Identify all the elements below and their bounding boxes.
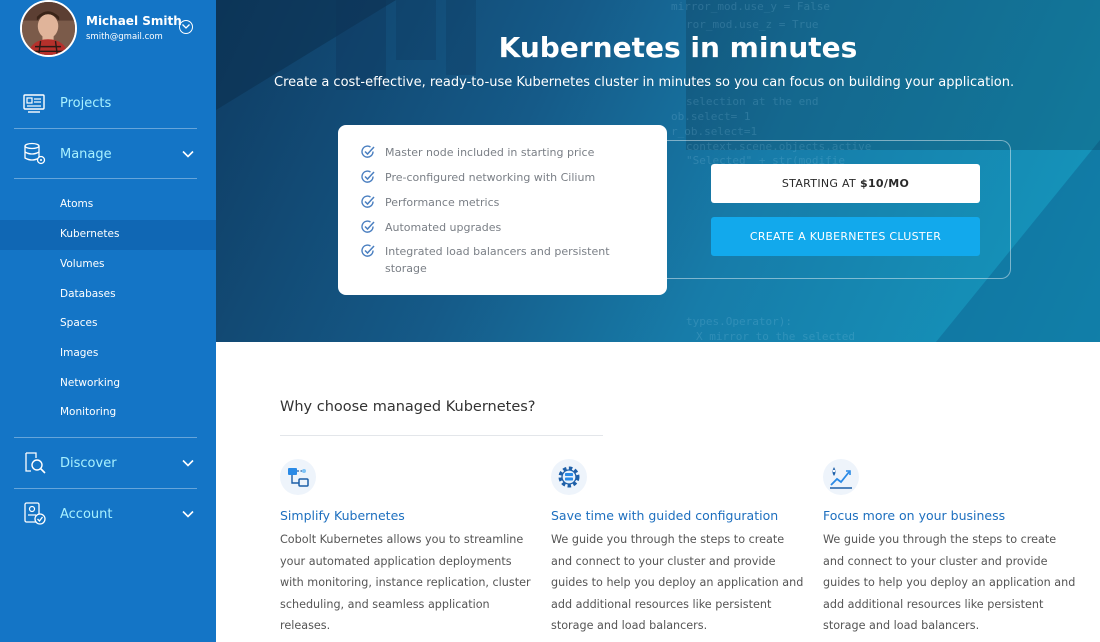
benefit-title: Save time with guided configuration [551,508,779,523]
gear-server-icon [551,459,587,495]
benefit-title: Simplify Kubernetes [280,508,405,523]
sidebar-subitem-networking[interactable]: Networking [0,369,216,399]
sidebar-subitem-label: Kubernetes [60,228,120,240]
sidebar: Michael Smith smith@gmail.com Projects M… [0,0,216,642]
network-diagram-icon [280,459,316,495]
feature-text: Performance metrics [385,196,500,209]
benefit-text: Cobolt Kubernetes allows you to streamli… [280,533,531,632]
sidebar-subitem-label: Volumes [60,258,105,270]
feature-text: Automated upgrades [385,221,502,234]
benefit-card: Focus more on your business We guide you… [823,459,1075,632]
starting-price-value: $10/MO [860,177,910,190]
user-email: smith@gmail.com [86,32,163,42]
check-circle-icon [361,244,375,257]
divider [14,178,197,179]
user-name: Michael Smith [86,14,182,28]
sidebar-subitem-spaces[interactable]: Spaces [0,309,216,339]
sidebar-item-account[interactable]: Account [14,489,197,539]
sidebar-item-label: Discover [60,455,117,471]
feature-item: Performance metrics [360,194,635,211]
feature-item: Integrated load balancers and persistent… [360,243,635,277]
avatar[interactable] [20,0,77,57]
sidebar-subitem-atoms[interactable]: Atoms [0,190,216,220]
svg-text:r_ob.select=1: r_ob.select=1 [671,125,757,138]
svg-text:X mirror to the selected: X mirror to the selected [696,330,855,342]
sidebar-subitem-volumes[interactable]: Volumes [0,250,216,280]
sidebar-item-projects[interactable]: Projects [14,78,197,128]
sidebar-subitem-images[interactable]: Images [0,339,216,369]
starting-price-button[interactable]: STARTING AT $10/MO [711,164,980,203]
growth-chart-icon [823,459,859,495]
divider [280,435,603,436]
account-icon [24,502,46,525]
cta-panel [667,140,1011,279]
features-card: Master node included in starting price P… [338,125,667,295]
projects-icon [23,94,45,113]
check-circle-icon [361,145,375,158]
section-title: Why choose managed Kubernetes? [280,399,536,415]
sidebar-item-label: Account [60,506,113,522]
discover-icon [25,452,46,474]
svg-text:selection at the end: selection at the end [686,95,818,108]
user-profile[interactable]: Michael Smith smith@gmail.com [20,0,200,57]
sidebar-subitem-label: Monitoring [60,406,117,418]
svg-text:ror_mod.use_z = True: ror_mod.use_z = True [686,18,818,31]
sidebar-item-manage[interactable]: Manage [14,129,197,179]
feature-text: Master node included in starting price [385,146,595,159]
svg-text:types.Operator):: types.Operator): [686,315,792,328]
chevron-down-icon[interactable] [182,459,194,467]
sidebar-item-discover[interactable]: Discover [14,438,197,488]
check-circle-icon [361,220,375,233]
sidebar-subitem-kubernetes[interactable]: Kubernetes [0,220,216,250]
svg-text:ob.select= 1: ob.select= 1 [671,110,750,123]
database-icon [24,142,46,165]
create-cluster-button[interactable]: CREATE A KUBERNETES CLUSTER [711,217,980,256]
sidebar-item-label: Manage [60,146,112,162]
benefit-text: We guide you through the steps to create… [551,533,804,632]
hero-subtitle: Create a cost-effective, ready-to-use Ku… [274,75,1015,90]
sidebar-subitem-monitoring[interactable]: Monitoring [0,398,216,428]
svg-text:mirror_mod.use_y = False: mirror_mod.use_y = False [671,0,830,13]
feature-item: Automated upgrades [360,219,635,236]
check-circle-icon [361,195,375,208]
benefit-title: Focus more on your business [823,508,1006,523]
starting-price-prefix: STARTING AT [781,177,857,190]
benefit-card: Save time with guided configuration We g… [551,459,803,632]
benefit-text: We guide you through the steps to create… [823,533,1076,632]
feature-text: Integrated load balancers and persistent… [385,245,610,275]
hero-title: Kubernetes in minutes [498,31,858,64]
sidebar-subitem-label: Images [60,347,99,359]
sidebar-item-label: Projects [60,95,112,111]
sidebar-subitem-databases[interactable]: Databases [0,280,216,310]
chevron-down-icon[interactable] [182,150,194,158]
sidebar-subitem-label: Databases [60,288,116,300]
chevron-down-icon[interactable] [182,510,194,518]
benefit-card: Simplify Kubernetes Cobolt Kubernetes al… [280,459,531,632]
feature-text: Pre-configured networking with Cilium [385,171,596,184]
feature-item: Pre-configured networking with Cilium [360,169,635,186]
sidebar-subitem-label: Atoms [60,198,94,210]
hero-banner: mirror_mod.use_y = False ror_mod.use_z =… [216,0,1100,342]
sidebar-subitem-label: Networking [60,377,121,389]
feature-item: Master node included in starting price [360,144,635,161]
sidebar-subitem-label: Spaces [60,317,98,329]
check-circle-icon [361,170,375,183]
chevron-down-icon[interactable] [179,20,193,34]
